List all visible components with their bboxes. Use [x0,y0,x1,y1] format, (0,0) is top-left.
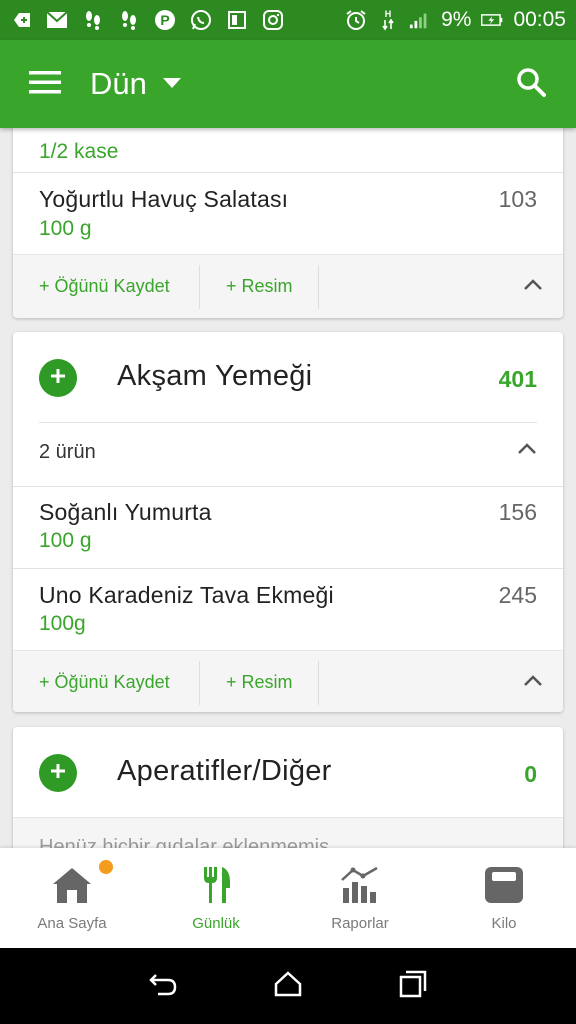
home-button[interactable] [268,966,308,1006]
data-hplus-icon: H [377,9,399,31]
system-navigation-bar [0,948,576,1024]
battery-percent: 9% [441,8,472,31]
food-qty: 100g [39,612,86,635]
collapse-button[interactable] [503,651,563,713]
meal-actions-bar: + Öğünü Kaydet + Resim [13,254,563,318]
meal-header: Aperatifler/Diğer 0 [13,727,563,817]
item-count-row[interactable]: 2 ürün [39,422,537,486]
hamburger-menu-icon [29,70,61,99]
scale-icon [484,866,524,909]
plus-icon [49,367,67,390]
meal-card-dinner: Akşam Yemeği 401 2 ürün Soğanlı Yumurta … [13,332,563,712]
back-icon [148,971,178,1002]
food-calories: 245 [498,582,537,608]
meal-actions-bar: + Öğünü Kaydet + Resim [13,650,563,712]
diary-content[interactable]: 1/2 kase Yoğurtlu Havuç Salatası 100 g 1… [0,128,576,848]
chevron-up-icon [523,278,543,296]
recents-icon [399,970,427,1003]
search-icon [516,67,546,102]
footprints-icon [82,9,104,31]
nav-label: Ana Sayfa [37,915,107,932]
home-icon [51,866,93,909]
food-name: Soğanlı Yumurta [39,499,212,525]
meal-card-snacks: Aperatifler/Diğer 0 Henüz hiçbir gıdalar… [13,727,563,848]
menu-button[interactable] [0,40,90,128]
meal-header: Akşam Yemeği 401 [13,332,563,422]
signal-icon [409,9,431,31]
home-outline-icon [274,970,302,1002]
app-bar: Dün [0,40,576,128]
food-row[interactable]: Soğanlı Yumurta 100 g 156 [13,486,563,568]
nav-label: Raporlar [331,915,389,932]
battery-charging-icon [481,9,503,31]
instagram-icon [262,9,284,31]
food-calories: 103 [498,186,537,212]
svg-text:H: H [385,9,392,19]
date-selector[interactable]: Dün [90,66,181,102]
empty-state-row: Henüz hiçbir gıdalar eklenmemiş [13,817,563,848]
whatsapp-icon [190,9,212,31]
save-meal-button[interactable]: + Öğünü Kaydet [13,660,200,705]
status-bar: P H 9% 00:05 [0,0,576,40]
food-qty: 100 g [39,529,92,552]
meal-title: Akşam Yemeği [117,360,313,392]
mail-icon [46,9,68,31]
food-row[interactable]: Yoğurtlu Havuç Salatası 100 g 103 [13,172,563,254]
chart-icon [339,866,381,909]
clock: 00:05 [513,8,566,31]
notification-icons: P [10,9,284,31]
food-name: Yoğurtlu Havuç Salatası [39,186,289,212]
status-indicators: H 9% 00:05 [345,8,566,32]
plus-icon [49,762,67,785]
food-row-partial[interactable]: 1/2 kase [13,128,563,172]
nav-item-weight[interactable]: Kilo [432,848,576,948]
nav-label: Günlük [192,915,240,932]
meal-calories: 0 [524,761,537,787]
footprints-icon-2 [118,9,140,31]
pinterest-icon: P [154,9,176,31]
bottom-navigation: Ana Sayfa Günlük Raporlar Kilo [0,848,576,948]
nav-item-reports[interactable]: Raporlar [288,848,432,948]
meal-title: Aperatifler/Diğer [117,755,332,787]
svg-text:P: P [160,12,169,28]
food-qty: 1/2 kase [39,140,119,163]
meal-card-previous: 1/2 kase Yoğurtlu Havuç Salatası 100 g 1… [13,128,563,318]
collapse-button[interactable] [503,255,563,319]
bookmark-icon [226,9,248,31]
add-photo-button[interactable]: + Resim [200,264,319,309]
meal-calories: 401 [498,366,537,392]
chevron-up-icon [517,437,537,466]
food-qty: 100 g [39,217,92,240]
alarm-icon [345,9,367,31]
dropdown-arrow-icon [162,75,181,93]
page-title: Dün [90,66,147,101]
fork-knife-icon [200,866,232,909]
back-button[interactable] [143,966,183,1006]
food-calories: 156 [498,499,537,525]
search-button[interactable] [486,40,576,128]
nav-item-home[interactable]: Ana Sayfa [0,848,144,948]
nav-label: Kilo [491,915,517,932]
nav-item-diary[interactable]: Günlük [144,848,288,948]
notification-dot [99,860,113,874]
save-meal-button[interactable]: + Öğünü Kaydet [13,264,200,309]
add-food-button[interactable] [39,754,77,792]
empty-state-text: Henüz hiçbir gıdalar eklenmemiş [39,836,330,848]
add-food-button[interactable] [39,359,77,397]
add-box-icon [10,9,32,31]
food-row[interactable]: Uno Karadeniz Tava Ekmeği 100g 245 [13,568,563,650]
add-photo-button[interactable]: + Resim [200,660,319,705]
chevron-up-icon [523,674,543,692]
item-count: 2 ürün [39,441,96,463]
recents-button[interactable] [393,966,433,1006]
food-name: Uno Karadeniz Tava Ekmeği [39,582,334,608]
